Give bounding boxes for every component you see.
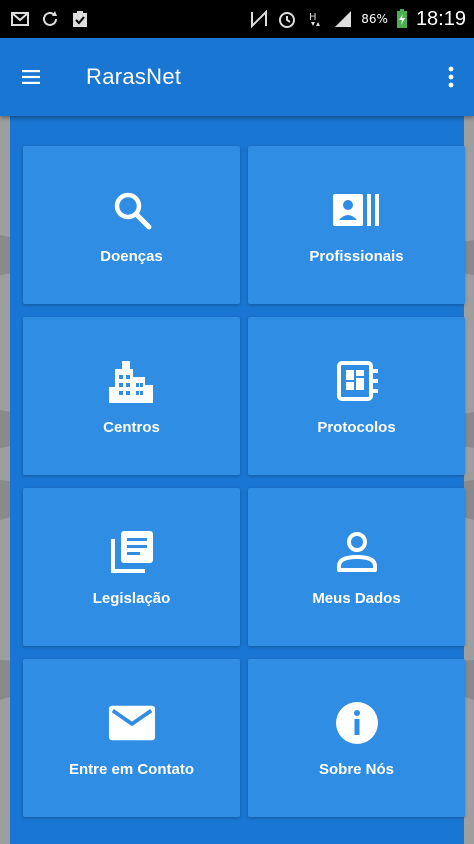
main-content: Doenças Profissionais Centros Protocolos… xyxy=(10,116,465,844)
tile-label: Doenças xyxy=(100,247,163,265)
overflow-menu-button[interactable] xyxy=(436,57,466,97)
svg-text:H: H xyxy=(309,12,317,23)
app-title: RarasNet xyxy=(86,64,182,89)
tile-label: Entre em Contato xyxy=(68,760,194,778)
tile-sobre-nos[interactable]: Sobre Nós xyxy=(248,659,465,817)
building-icon xyxy=(108,357,156,405)
battery-charging-icon xyxy=(396,9,407,28)
person-icon xyxy=(333,528,381,576)
tile-meus-dados[interactable]: Meus Dados xyxy=(248,488,465,646)
signal-icon xyxy=(335,11,352,27)
alarm-icon xyxy=(279,12,296,28)
battery-percent: 86% xyxy=(361,12,388,26)
app-bar: RarasNet xyxy=(0,38,474,116)
overflow-menu-icon xyxy=(448,66,454,88)
info-icon xyxy=(333,699,381,747)
tile-label: Sobre Nós xyxy=(318,760,394,778)
protocol-icon xyxy=(333,357,381,405)
hamburger-menu-icon xyxy=(22,70,40,84)
mail-icon xyxy=(11,12,29,26)
tile-label: Legislação xyxy=(92,589,171,607)
mail-icon xyxy=(108,699,156,747)
library-books-icon xyxy=(108,528,156,576)
menu-button[interactable] xyxy=(22,49,78,105)
tile-centros[interactable]: Centros xyxy=(23,317,240,475)
clipboard-icon xyxy=(73,11,87,27)
tile-legislacao[interactable]: Legislação xyxy=(23,488,240,646)
tile-protocolos[interactable]: Protocolos xyxy=(248,317,465,475)
tile-doencas[interactable]: Doenças xyxy=(23,146,240,304)
tile-label: Protocolos xyxy=(317,418,396,436)
sync-icon xyxy=(43,11,57,26)
hspa-icon: H xyxy=(309,12,321,26)
clock: 18:19 xyxy=(415,7,466,30)
tile-label: Meus Dados xyxy=(312,589,401,607)
status-bar: H 86% 18:19 xyxy=(0,0,474,38)
search-icon xyxy=(108,186,156,234)
menu-grid: Doenças Profissionais Centros Protocolos… xyxy=(23,146,465,817)
tile-profissionais[interactable]: Profissionais xyxy=(248,146,465,304)
nfc-icon xyxy=(251,9,268,29)
tile-label: Profissionais xyxy=(309,247,404,265)
tile-label: Centros xyxy=(103,418,160,436)
contact-card-icon xyxy=(332,186,381,234)
tile-entre-em-contato[interactable]: Entre em Contato xyxy=(23,659,240,817)
